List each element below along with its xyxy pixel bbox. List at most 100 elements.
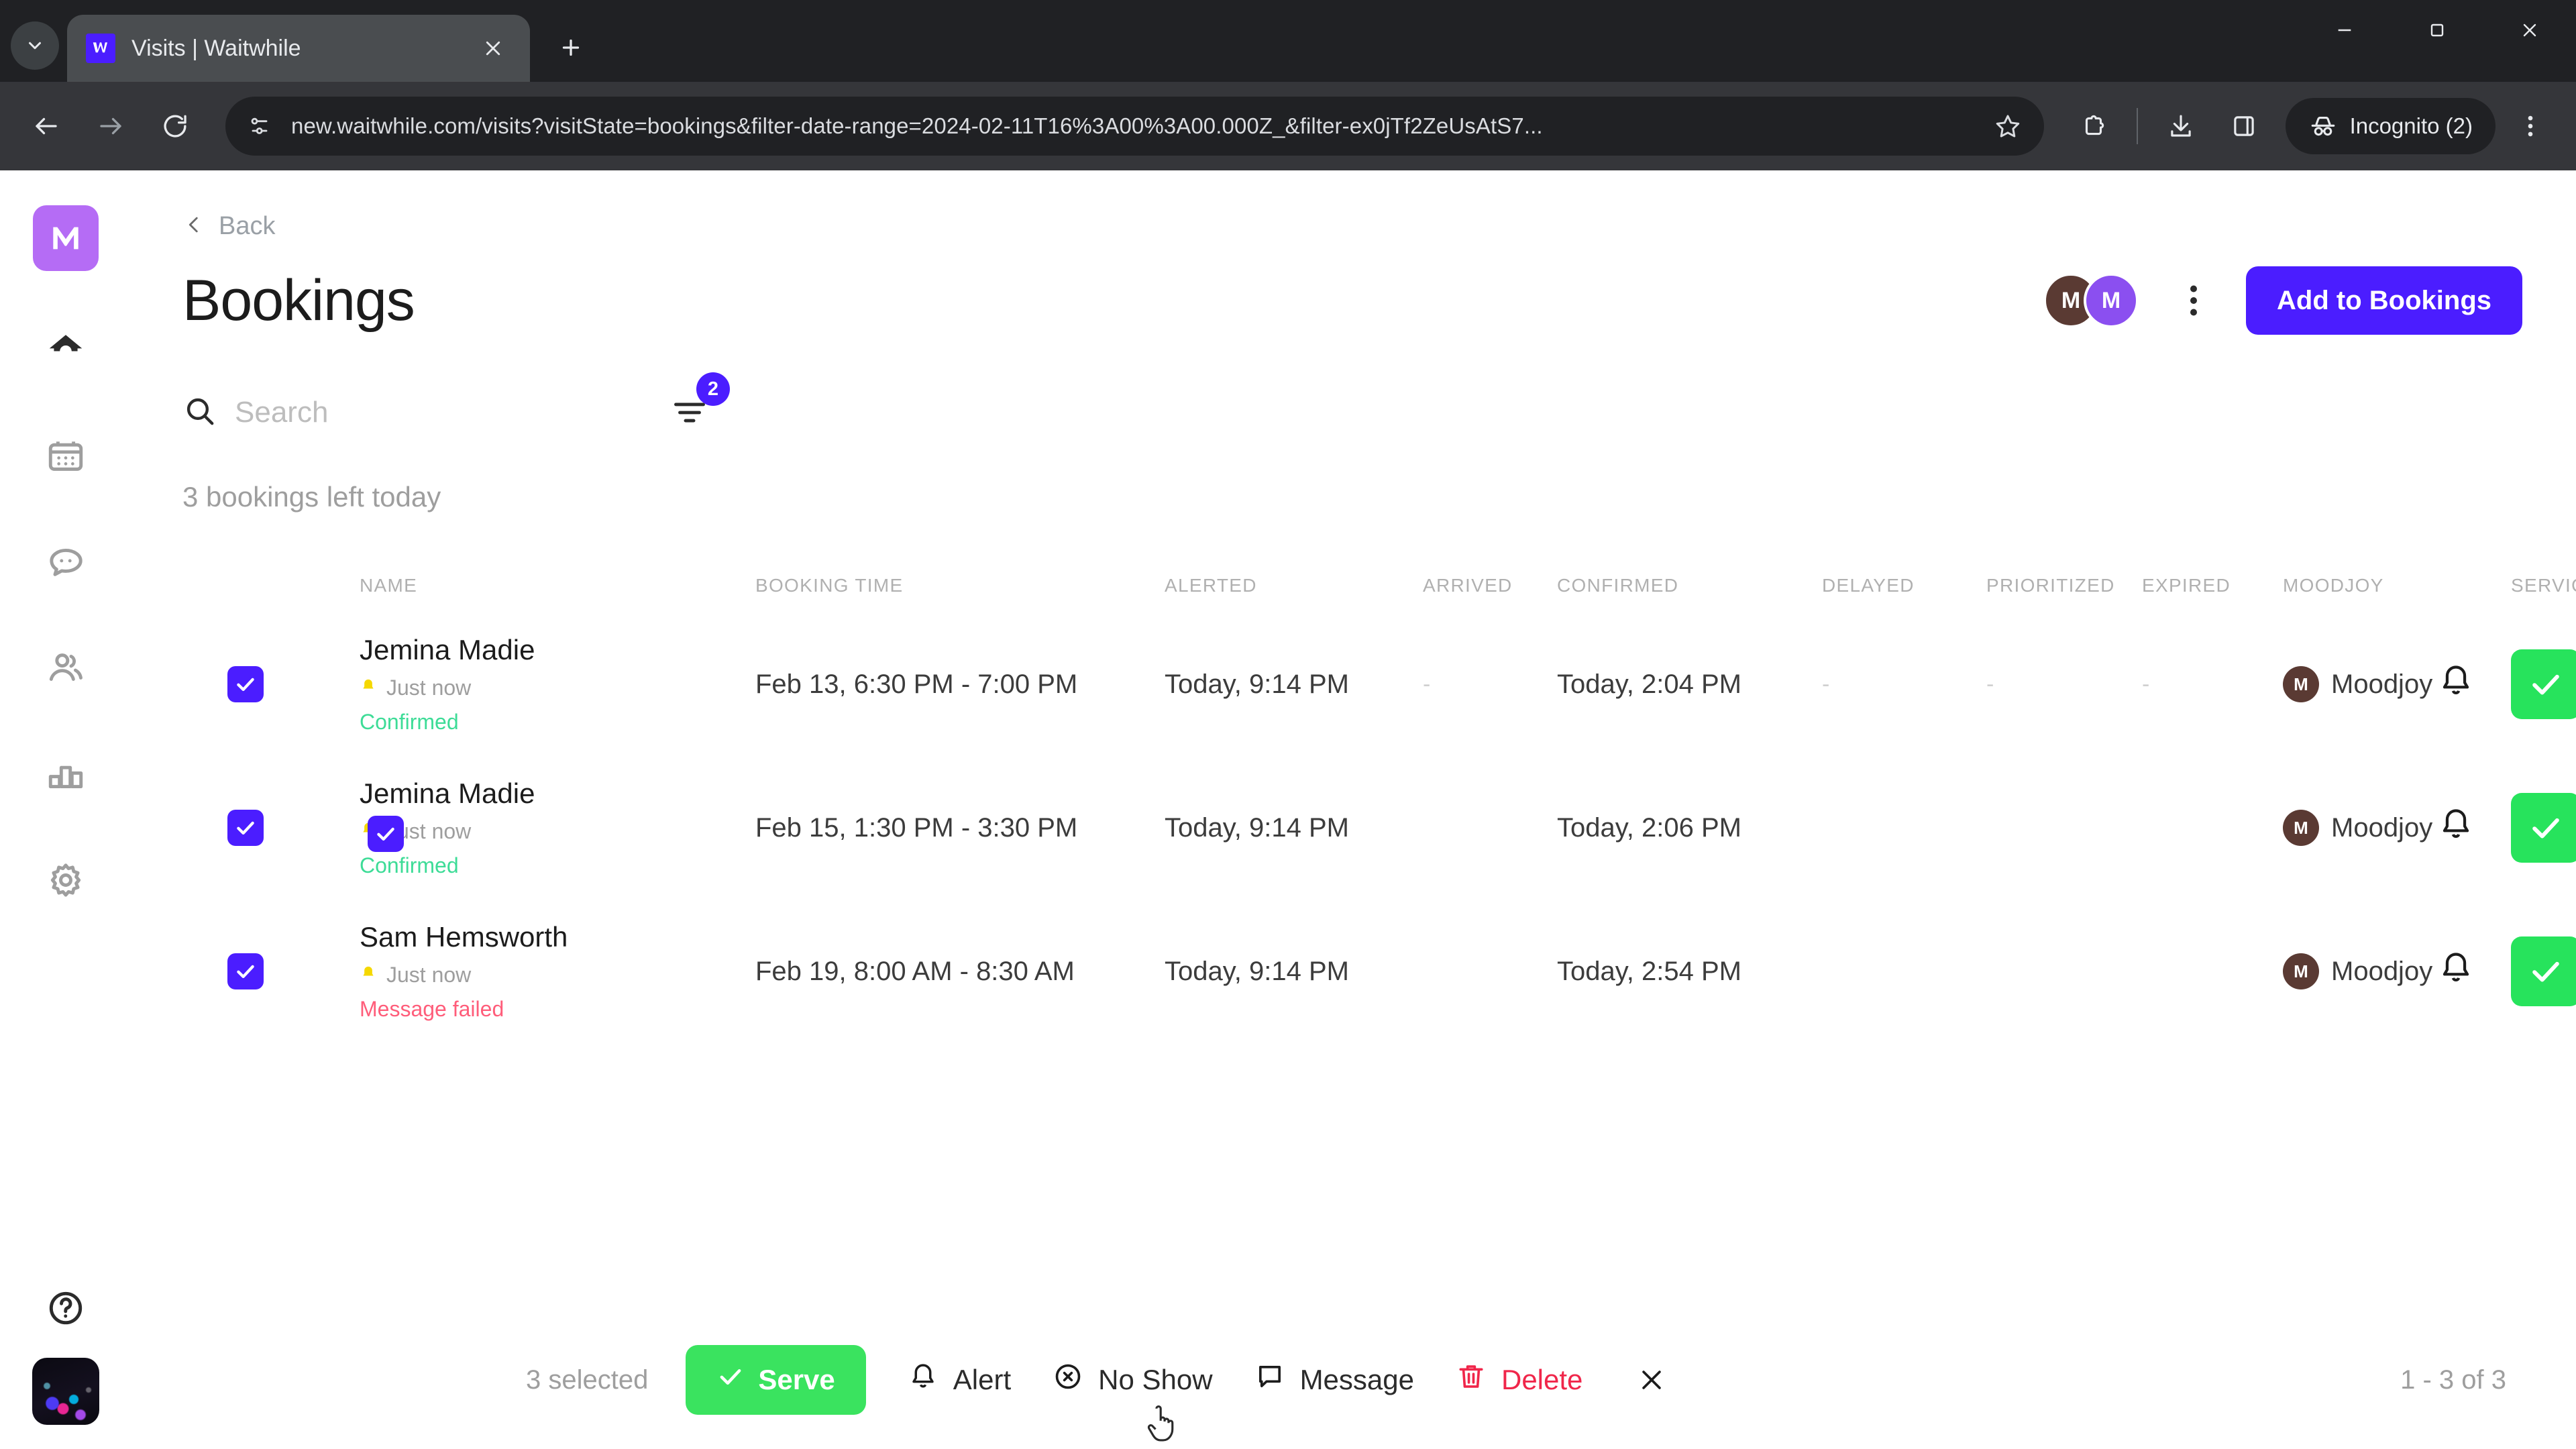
user-avatar[interactable]: [32, 1358, 99, 1425]
cell-name: Jemina Madie Just now Confirmed: [360, 634, 755, 735]
moodjoy-avatar: M: [2283, 666, 2319, 702]
bell-notification-icon[interactable]: [2437, 806, 2475, 847]
close-selection-icon[interactable]: [1628, 1356, 1675, 1403]
add-to-bookings-button[interactable]: Add to Bookings: [2246, 266, 2522, 335]
tab-search-button[interactable]: [11, 21, 59, 70]
search-placeholder: Search: [235, 396, 329, 429]
avatar[interactable]: M: [2084, 273, 2139, 328]
cell-booking-time: Feb 15, 1:30 PM - 3:30 PM: [755, 812, 1078, 843]
meta-text: Just now: [386, 963, 472, 987]
search-input[interactable]: Search: [182, 394, 652, 432]
delete-button[interactable]: Delete: [1456, 1361, 1582, 1399]
bell-alert-icon: [360, 676, 377, 700]
pagination-label: 1 - 3 of 3: [2400, 1364, 2506, 1395]
forward-icon[interactable]: [82, 97, 140, 155]
column-header-services[interactable]: SERVICES: [2511, 575, 2576, 596]
maximize-icon[interactable]: [2391, 0, 2483, 60]
alert-button[interactable]: Alert: [908, 1361, 1011, 1399]
address-bar[interactable]: new.waitwhile.com/visits?visitState=book…: [225, 97, 2044, 156]
cell-moodjoy: M Moodjoy: [2283, 809, 2511, 846]
assignee-avatar-group[interactable]: M M: [2043, 273, 2139, 328]
status-badge: Message failed: [360, 997, 504, 1021]
app-root: Back Bookings M M Add to Bookings Search…: [0, 170, 2576, 1449]
message-icon: [1254, 1361, 1285, 1399]
cell-services: [2511, 936, 2576, 1006]
profile-chip[interactable]: Incognito (2): [2285, 98, 2496, 154]
app-sidebar: [0, 170, 131, 1449]
sidebar-item-home[interactable]: [28, 313, 103, 388]
row-checkbox[interactable]: [131, 810, 360, 846]
column-header-booking-time[interactable]: BOOKING TIME: [755, 575, 1165, 596]
column-header-expired[interactable]: EXPIRED: [2142, 575, 2283, 596]
close-window-icon[interactable]: [2483, 0, 2576, 60]
no-show-button[interactable]: No Show: [1053, 1361, 1213, 1399]
checkbox-checked-icon: [227, 953, 264, 989]
waitwhile-logo-icon: [86, 34, 115, 63]
service-confirm-button[interactable]: [2511, 936, 2576, 1006]
service-confirm-button[interactable]: [2511, 649, 2576, 719]
bell-notification-icon[interactable]: [2437, 949, 2475, 990]
back-icon[interactable]: [17, 97, 75, 155]
column-header-name[interactable]: NAME: [360, 575, 755, 596]
brand-logo[interactable]: [33, 205, 99, 271]
column-header-confirmed[interactable]: CONFIRMED: [1557, 575, 1822, 596]
column-header-arrived[interactable]: ARRIVED: [1423, 575, 1557, 596]
reload-icon[interactable]: [146, 97, 204, 155]
serve-button[interactable]: Serve: [686, 1345, 866, 1415]
more-options-icon[interactable]: [2168, 271, 2219, 330]
mouse-cursor: [1144, 1403, 1180, 1449]
table-row[interactable]: Sam Hemsworth Just now Message failed Fe…: [131, 900, 2576, 1043]
incognito-icon: [2311, 116, 2334, 136]
bookmark-star-icon[interactable]: [1992, 110, 2024, 142]
minimize-icon[interactable]: [2298, 0, 2391, 60]
cell-services: [2511, 793, 2576, 863]
column-header-moodjoy[interactable]: MOODJOY: [2283, 575, 2511, 596]
alert-label: Alert: [953, 1364, 1012, 1395]
bookings-table: NAME BOOKING TIME ALERTED ARRIVED CONFIR…: [131, 513, 2576, 1043]
bell-notification-icon[interactable]: [2437, 662, 2475, 703]
browser-menu-icon[interactable]: [2502, 98, 2559, 154]
checkbox-checked-icon: [368, 816, 404, 852]
column-header-delayed[interactable]: DELAYED: [1822, 575, 1986, 596]
cell-expired: -: [2142, 671, 2150, 697]
filter-control[interactable]: 2: [664, 372, 730, 438]
select-all-checkbox[interactable]: [368, 816, 404, 852]
browser-toolbar: new.waitwhile.com/visits?visitState=book…: [0, 82, 2576, 170]
column-header-prioritized[interactable]: PRIORITIZED: [1986, 575, 2142, 596]
sidebar-item-messages[interactable]: [28, 525, 103, 600]
sidebar-item-settings[interactable]: [28, 843, 103, 918]
message-button[interactable]: Message: [1254, 1361, 1414, 1399]
site-info-icon[interactable]: [246, 112, 274, 140]
sidebar-item-analytics[interactable]: [28, 737, 103, 812]
row-checkbox[interactable]: [131, 953, 360, 989]
window-controls: [2298, 0, 2576, 82]
side-panel-icon[interactable]: [2216, 98, 2272, 154]
moodjoy-name: Moodjoy: [2331, 956, 2433, 986]
close-icon[interactable]: [475, 30, 511, 66]
extensions-icon[interactable]: [2065, 98, 2122, 154]
message-label: Message: [1299, 1364, 1414, 1395]
selected-count-label: 3 selected: [526, 1364, 649, 1395]
service-confirm-button[interactable]: [2511, 793, 2576, 863]
no-show-label: No Show: [1098, 1364, 1213, 1395]
downloads-icon[interactable]: [2153, 98, 2209, 154]
sidebar-item-customers[interactable]: [28, 631, 103, 706]
cell-alerted: Today, 9:14 PM: [1165, 956, 1349, 986]
cell-booking-time: Feb 13, 6:30 PM - 7:00 PM: [755, 669, 1078, 699]
back-link[interactable]: Back: [131, 170, 2576, 241]
cell-prioritized: -: [1986, 671, 1994, 697]
table-row[interactable]: Jemina Madie Just now Confirmed Feb 15, …: [131, 756, 2576, 900]
column-header-alerted[interactable]: ALERTED: [1165, 575, 1423, 596]
serve-label: Serve: [758, 1364, 835, 1395]
browser-tab[interactable]: Visits | Waitwhile: [67, 15, 530, 82]
row-checkbox[interactable]: [131, 666, 360, 702]
header-actions: M M Add to Bookings: [2043, 266, 2522, 335]
cell-moodjoy: M Moodjoy: [2283, 665, 2511, 702]
cell-confirmed: Today, 2:54 PM: [1557, 956, 1741, 986]
customer-name: Jemina Madie: [360, 634, 535, 665]
new-tab-button[interactable]: [545, 21, 597, 74]
table-row[interactable]: Jemina Madie Just now Confirmed Feb 13, …: [131, 612, 2576, 756]
status-badge: Confirmed: [360, 853, 459, 877]
sidebar-item-calendar[interactable]: [28, 419, 103, 494]
help-icon[interactable]: [39, 1281, 93, 1335]
